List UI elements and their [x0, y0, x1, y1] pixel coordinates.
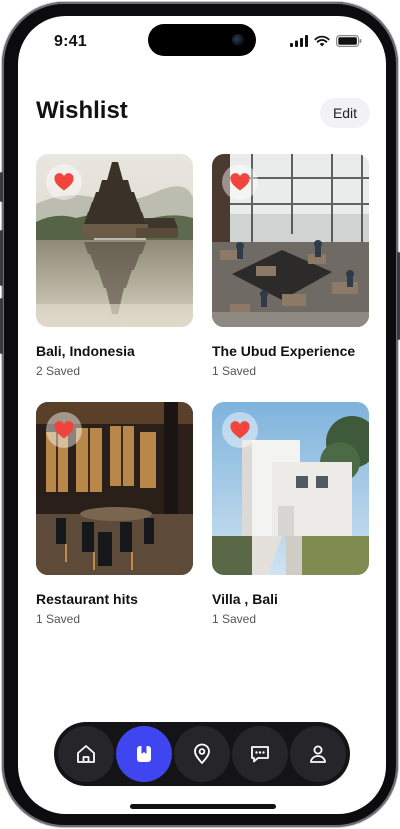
wishlist-count: 1 Saved [36, 612, 81, 626]
heart-icon [54, 421, 74, 439]
wishlist-photo[interactable] [212, 402, 369, 575]
wishlist-title: Bali, Indonesia [36, 343, 135, 359]
wishlist-title: Villa , Bali [212, 591, 278, 607]
home-icon [77, 745, 95, 763]
wishlist-photo[interactable] [212, 154, 369, 327]
wishlist-photo[interactable] [36, 154, 193, 327]
chat-icon [251, 746, 269, 763]
dynamic-island [148, 24, 256, 56]
favorite-button[interactable] [222, 412, 258, 448]
wishlist-count: 1 Saved [212, 364, 257, 378]
wishlist-photo[interactable] [36, 402, 193, 575]
home-indicator [130, 804, 276, 809]
page-title: Wishlist [36, 97, 128, 124]
action-button [0, 172, 3, 202]
location-pin-icon [194, 743, 210, 764]
favorite-button[interactable] [46, 412, 82, 448]
volume-up-button [0, 230, 3, 286]
battery-icon [336, 35, 362, 47]
wishlist-count: 1 Saved [212, 612, 257, 626]
cellular-signal-icon [290, 35, 308, 47]
status-icons [290, 35, 362, 47]
screen: 9:41 Wishlist Edit Bali, Indonesia 2 Sav… [18, 16, 386, 814]
nav-bookmark-button[interactable] [116, 726, 172, 782]
nav-home-button[interactable] [58, 726, 114, 782]
nav-profile-button[interactable] [290, 726, 346, 782]
phone-frame: 9:41 Wishlist Edit Bali, Indonesia 2 Sav… [0, 2, 400, 827]
wishlist-card-bali[interactable]: Bali, Indonesia 2 Saved [36, 154, 193, 378]
wishlist-card-restaurant[interactable]: Restaurant hits 1 Saved [36, 402, 193, 626]
favorite-button[interactable] [222, 164, 258, 200]
wishlist-card-ubud[interactable]: The Ubud Experience 1 Saved [212, 154, 369, 378]
status-time: 9:41 [54, 33, 87, 50]
heart-icon [230, 173, 250, 191]
profile-icon [310, 745, 326, 763]
wishlist-count: 2 Saved [36, 364, 81, 378]
wishlist-title: Restaurant hits [36, 591, 138, 607]
nav-location-button[interactable] [174, 726, 230, 782]
nav-messages-button[interactable] [232, 726, 288, 782]
heart-icon [54, 173, 74, 191]
wifi-icon [314, 35, 330, 47]
bookmark-icon [137, 746, 151, 762]
bottom-nav [54, 722, 350, 786]
volume-down-button [0, 298, 3, 354]
wishlist-title: The Ubud Experience [212, 343, 356, 359]
edit-button[interactable]: Edit [320, 98, 370, 128]
heart-icon [230, 421, 250, 439]
camera-icon [232, 34, 244, 46]
wishlist-card-villa[interactable]: Villa , Bali 1 Saved [212, 402, 369, 626]
favorite-button[interactable] [46, 164, 82, 200]
